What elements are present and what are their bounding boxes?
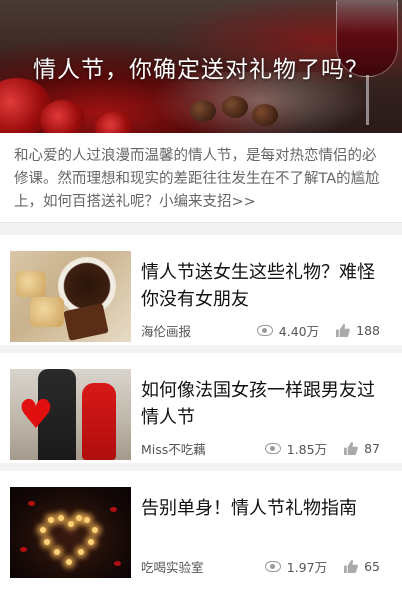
article-stats: 1.97万 65 [264,557,380,576]
candle-light [68,521,74,527]
candle-light [84,517,90,523]
thumbs-up-icon [336,324,350,337]
like-count: 87 [364,441,380,456]
article-card[interactable]: ♥ 如何像法国女孩一样跟男友过情人节 Miss不吃藕 1.85万 87 [0,353,402,471]
candle-light [48,517,54,523]
woman-figure [82,383,116,460]
chocolate-decoration [252,104,278,126]
view-count: 4.40万 [278,324,320,339]
biscuit-shape [16,271,46,297]
chocolate-decoration [190,100,216,122]
thumbs-up-icon [344,442,358,455]
hero-banner[interactable]: 情人节，你确定送对礼物了吗？ [0,0,402,133]
article-title[interactable]: 如何像法国女孩一样跟男友过情人节 [141,377,392,431]
biscuit-shape [30,297,64,327]
eye-icon [264,561,281,572]
article-source: 吃喝实验室 [141,560,204,575]
view-count: 1.97万 [286,560,328,575]
intro-paragraph: 和心爱的人过浪漫而温馨的情人节，是每对热恋情侣的必修课。然而理想和现实的差距往往… [0,133,402,223]
candle-light [44,539,50,545]
article-card[interactable]: 情人节送女生这些礼物？难怪你没有女朋友 海伦画报 4.40万 188 [0,235,402,353]
rose-petal [110,507,117,512]
rose-petal [114,561,121,566]
thumbs-up-icon [344,560,358,573]
article-source: 海伦画报 [141,324,192,339]
coffee-chocolate-thumbnail[interactable] [10,251,131,342]
rose-decoration [40,100,85,133]
article-source: Miss不吃藕 [141,442,206,457]
candle-light [54,549,60,555]
couple-heart-thumbnail[interactable]: ♥ [10,369,131,460]
article-title[interactable]: 告别单身！情人节礼物指南 [141,495,392,522]
candle-light [76,515,82,521]
candle-light [88,539,94,545]
candle-light [58,515,64,521]
like-count: 188 [356,323,380,338]
eye-icon [264,443,281,454]
rose-decoration [95,112,133,133]
hero-title: 情人节，你确定送对礼物了吗？ [33,57,369,83]
candle-light [78,549,84,555]
eye-icon [256,325,273,336]
rose-petal [28,501,35,506]
candle-light [40,527,46,533]
article-title[interactable]: 情人节送女生这些礼物？难怪你没有女朋友 [141,259,392,313]
view-count: 1.85万 [286,442,328,457]
candle-light [92,527,98,533]
article-stats: 4.40万 188 [256,321,380,340]
like-count: 65 [364,559,380,574]
heart-icon: ♥ [18,392,54,438]
rose-petal [20,547,27,552]
article-stats: 1.85万 87 [264,439,380,458]
article-card[interactable]: 告别单身！情人节礼物指南 吃喝实验室 1.97万 65 [0,471,402,589]
chocolate-decoration [222,96,248,118]
section-divider [0,223,402,235]
candle-heart-thumbnail[interactable] [10,487,131,578]
candle-light [66,559,72,565]
